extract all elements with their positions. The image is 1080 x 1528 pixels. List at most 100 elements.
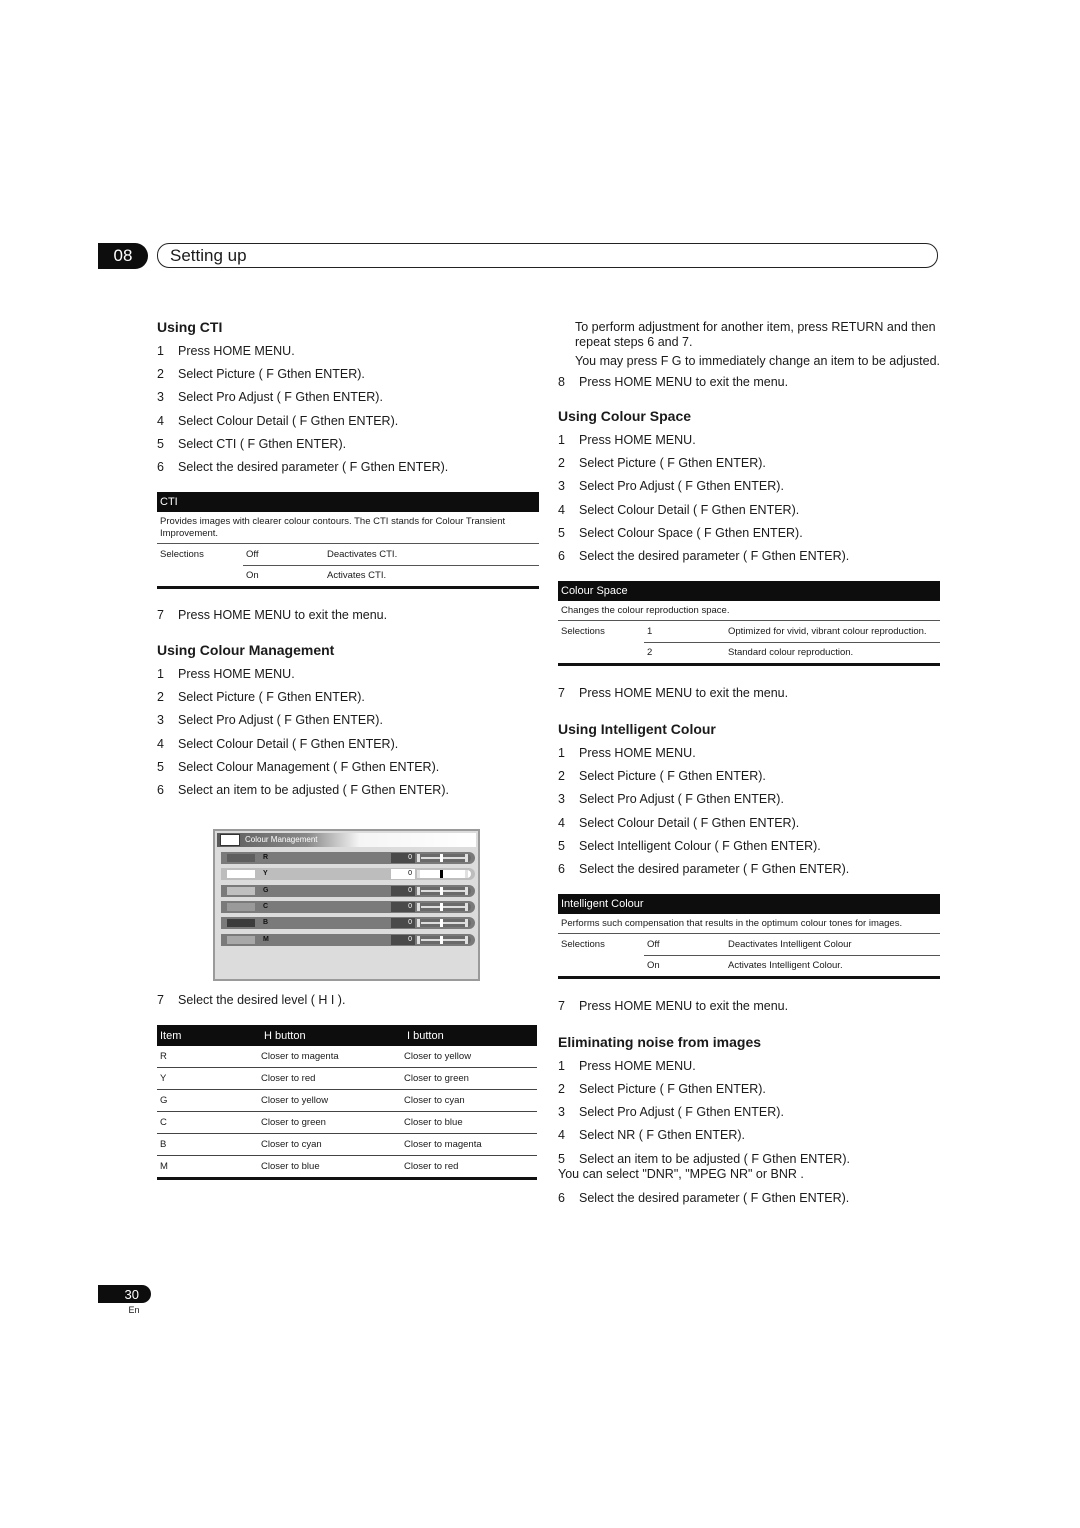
slider-min-marker bbox=[417, 919, 420, 928]
step-item: 1 Press HOME MENU. bbox=[157, 344, 539, 359]
table-description: Performs such compensation that results … bbox=[558, 914, 940, 934]
osd-item-label: G bbox=[263, 886, 269, 894]
step-item: 2 Select Picture ( F Gthen ENTER). bbox=[558, 1082, 940, 1097]
step-number: 6 bbox=[558, 548, 565, 563]
slider-max-marker bbox=[465, 902, 468, 911]
step-number: 3 bbox=[157, 713, 164, 728]
slider-knob[interactable] bbox=[440, 935, 443, 944]
osd-item-row-c[interactable]: C0 bbox=[221, 900, 475, 913]
colour-swatch bbox=[227, 935, 255, 944]
selections-label: Selections bbox=[561, 625, 605, 637]
level-slider[interactable] bbox=[417, 935, 471, 944]
step-text: Press HOME MENU. bbox=[579, 745, 696, 760]
step-number: 2 bbox=[558, 769, 565, 784]
step-text: Select Picture ( F Gthen ENTER). bbox=[579, 1082, 766, 1097]
step-number: 1 bbox=[157, 344, 164, 358]
table-row: On Activates CTI. bbox=[157, 564, 539, 586]
table-row: B Closer to cyan Closer to magenta bbox=[157, 1133, 537, 1155]
level-slider[interactable] bbox=[417, 919, 471, 928]
level-slider[interactable] bbox=[417, 870, 471, 879]
osd-item-label: M bbox=[263, 935, 269, 943]
step-item: 1 Press HOME MENU. bbox=[558, 1059, 940, 1074]
step-item: 2 Select Picture ( F Gthen ENTER). bbox=[157, 367, 539, 382]
osd-item-label: R bbox=[263, 854, 269, 861]
step-item: 3 Select Pro Adjust ( F Gthen ENTER). bbox=[558, 1105, 940, 1120]
step-number: 5 bbox=[157, 759, 164, 774]
note-text: To perform adjustment for another item, … bbox=[575, 320, 936, 349]
step-text: Select the desired level ( H I ). bbox=[178, 993, 346, 1007]
step-text: Select Picture ( F Gthen ENTER). bbox=[178, 690, 365, 705]
osd-item-value: 0 bbox=[391, 853, 415, 863]
slider-max-marker bbox=[465, 886, 468, 895]
step-item: 4 Select Colour Detail ( F Gthen ENTER). bbox=[157, 414, 539, 429]
header-item: Item bbox=[160, 1029, 182, 1042]
step-text: Select Colour Detail ( F Gthen ENTER). bbox=[178, 736, 399, 751]
step-item: 6 Select the desired parameter ( F Gthen … bbox=[558, 862, 940, 877]
slider-knob[interactable] bbox=[440, 886, 443, 895]
step-number: 2 bbox=[157, 367, 164, 382]
osd-item-row-g[interactable]: G0 bbox=[221, 884, 475, 897]
cell-item: C bbox=[160, 1117, 167, 1128]
colour-swatch bbox=[227, 854, 255, 862]
slider-knob[interactable] bbox=[440, 902, 443, 911]
step-text: Press HOME MENU to exit the menu. bbox=[178, 607, 388, 622]
step-number: 2 bbox=[558, 456, 565, 471]
slider-knob[interactable] bbox=[440, 919, 443, 928]
step-text: Select Colour Space ( F Gthen ENTER). bbox=[579, 525, 803, 540]
slider-knob[interactable] bbox=[440, 854, 443, 862]
step-item: 2 Select Picture ( F Gthen ENTER). bbox=[157, 690, 539, 705]
option-value: 1 bbox=[647, 625, 653, 637]
slider-min-marker bbox=[417, 935, 420, 944]
step-text: Select Colour Detail ( F Gthen ENTER). bbox=[579, 815, 800, 830]
osd-item-label: C bbox=[263, 902, 269, 910]
header-i-button: I button bbox=[407, 1029, 444, 1042]
selections-label: Selections bbox=[160, 548, 204, 560]
header-h-button: H button bbox=[264, 1029, 306, 1042]
osd-item-label: B bbox=[263, 919, 269, 927]
step-number: 5 bbox=[157, 436, 164, 451]
slider-knob[interactable] bbox=[440, 870, 443, 879]
step-item: 5 Select CTI ( F Gthen ENTER). bbox=[157, 437, 539, 452]
step-number: 1 bbox=[558, 433, 565, 447]
colour-management-continued: 7 Select the desired level ( H I ). Item … bbox=[157, 993, 539, 1180]
step-number: 3 bbox=[157, 390, 164, 405]
step-item: 6 Select the desired parameter ( F Gthen … bbox=[558, 1191, 940, 1206]
step-item: 7 Press HOME MENU to exit the menu. bbox=[558, 686, 940, 701]
slider-max-marker bbox=[465, 935, 468, 944]
osd-item-row-y[interactable]: Y0 bbox=[221, 868, 475, 881]
colour-swatch bbox=[227, 870, 255, 879]
slider-min-marker bbox=[417, 854, 420, 862]
osd-item-value: 0 bbox=[391, 901, 415, 912]
osd-item-row-m[interactable]: M0 bbox=[221, 933, 475, 946]
osd-item-value: 0 bbox=[391, 934, 415, 945]
table-row: M Closer to blue Closer to red bbox=[157, 1155, 537, 1177]
colour-swatch bbox=[227, 919, 255, 928]
step-item: 3 Select Pro Adjust ( F Gthen ENTER). bbox=[157, 713, 539, 728]
table-row: G Closer to yellow Closer to cyan bbox=[157, 1089, 537, 1111]
step-item: 5 Select Colour Management ( F Gthen ENTE… bbox=[157, 760, 539, 775]
cell-h: Closer to green bbox=[261, 1117, 326, 1128]
colour-space-final-step: 7 Press HOME MENU to exit the menu. bbox=[558, 686, 940, 701]
osd-item-row-r[interactable]: R0 bbox=[221, 852, 475, 864]
table-row: Selections 1 Optimized for vivid, vibran… bbox=[558, 621, 940, 642]
step-text: Press HOME MENU. bbox=[178, 666, 295, 681]
cell-h: Closer to red bbox=[261, 1073, 316, 1084]
cell-item: G bbox=[160, 1095, 168, 1106]
step-text: Select Picture ( F Gthen ENTER). bbox=[579, 769, 766, 784]
step-item: 5 Select Colour Space ( F Gthen ENTER). bbox=[558, 526, 940, 541]
step-text: Press HOME MENU. bbox=[178, 344, 295, 358]
step-number: 6 bbox=[558, 1190, 565, 1205]
step-number: 4 bbox=[558, 502, 565, 517]
step-number: 2 bbox=[558, 1082, 565, 1097]
slider-max-marker bbox=[465, 870, 468, 879]
intelligent-colour-steps: 1 Press HOME MENU. 2 Select Picture ( F Gt… bbox=[558, 746, 940, 877]
level-slider[interactable] bbox=[417, 902, 471, 911]
level-slider[interactable] bbox=[417, 886, 471, 895]
step-item: 1 Press HOME MENU. bbox=[157, 667, 539, 682]
level-slider[interactable] bbox=[417, 854, 471, 862]
section-title: Using Intelligent Colour bbox=[558, 720, 716, 737]
osd-item-row-b[interactable]: B0 bbox=[221, 917, 475, 930]
step-item: 4 Select Colour Detail ( F Gthen ENTER). bbox=[558, 816, 940, 831]
step-number: 1 bbox=[157, 666, 164, 681]
step-text: Select Pro Adjust ( F Gthen ENTER). bbox=[579, 479, 784, 494]
